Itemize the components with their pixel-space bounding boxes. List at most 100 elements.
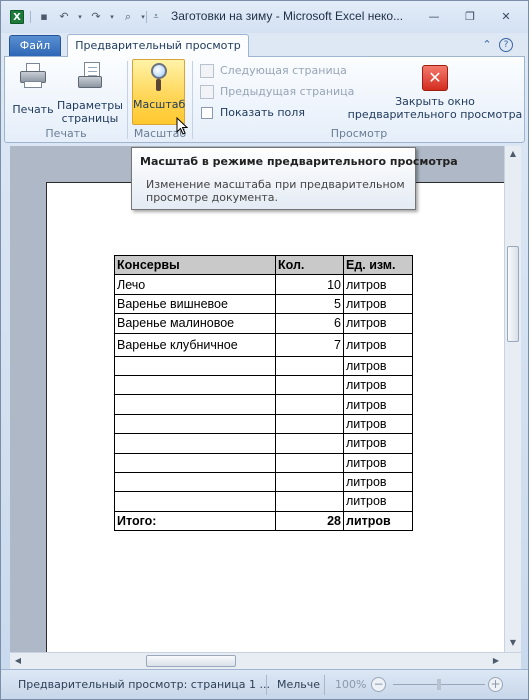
scroll-left-icon[interactable]: ◀ [10, 653, 26, 669]
vertical-scroll-thumb[interactable] [507, 246, 519, 342]
minimize-icon[interactable]: — [421, 7, 447, 27]
group-separator [127, 61, 128, 139]
group-label-print: Печать [45, 127, 87, 140]
undo-dropdown-icon[interactable]: ▾ [73, 10, 87, 24]
table-cell [275, 413, 344, 435]
restore-icon[interactable]: ❐ [457, 7, 483, 27]
tab-print-preview[interactable]: Предварительный просмотр [67, 34, 249, 57]
undo-icon[interactable]: ↶ [57, 10, 71, 24]
zoom-slider-thumb[interactable] [437, 679, 441, 690]
table-row: Варенье малиновое 6 литров [114, 313, 413, 334]
table-row: литров [114, 471, 413, 493]
table-cell [275, 471, 344, 493]
help-icon[interactable]: ? [499, 38, 513, 52]
scroll-right-icon[interactable]: ▶ [488, 653, 504, 669]
table-cell: литров [343, 413, 413, 435]
next-page-label: Следующая страница [220, 64, 347, 77]
page-setup-label-line1: Параметры [57, 99, 123, 112]
table-row: литров [114, 374, 413, 396]
horizontal-scrollbar[interactable]: ◀ ▶ [10, 652, 521, 669]
table-cell: литров [343, 313, 413, 334]
status-separator [266, 675, 267, 695]
zoom-level[interactable]: 100% [335, 678, 366, 691]
prev-page-button[interactable]: Предыдущая страница [200, 82, 354, 102]
group-preview: Следующая страница Предыдущая страница П… [194, 57, 524, 142]
table-row: литров [114, 355, 413, 376]
table-row: литров [114, 491, 413, 512]
show-margins-label: Показать поля [220, 106, 305, 119]
group-separator [192, 61, 193, 139]
table-cell [275, 433, 344, 454]
next-page-button[interactable]: Следующая страница [200, 61, 347, 81]
table-row: литров [114, 394, 413, 415]
table-cell: 7 [275, 332, 344, 357]
print-button[interactable]: Печать [11, 59, 55, 125]
table-cell [114, 452, 276, 473]
printer-icon [19, 63, 47, 89]
redo-icon[interactable]: ↷ [89, 10, 103, 24]
table-cell: Варенье малиновое [114, 313, 276, 334]
checkbox-icon [201, 107, 213, 119]
table-cell: 6 [275, 313, 344, 334]
preview-page: Консервы Кол. Ед. изм. Лечо 10 литров Ва… [46, 182, 504, 652]
table-cell: литров [343, 491, 413, 512]
table-cell: литров [343, 374, 413, 396]
close-preview-label-line1: Закрыть окно [395, 95, 475, 108]
show-margins-checkbox[interactable]: Показать поля [200, 103, 305, 123]
page-setup-icon [76, 62, 104, 90]
qat-separator [146, 11, 147, 23]
table-cell [114, 433, 276, 454]
group-print: Печать Параметры страницы Печать [5, 57, 127, 142]
table-cell: литров [343, 471, 413, 493]
tooltip-body: Изменение масштаба при предварительном п… [146, 178, 405, 204]
table-cell [114, 355, 276, 376]
zoom-minus-icon[interactable]: − [371, 677, 386, 692]
window-title: Заготовки на зиму - Microsoft Excel неко… [171, 9, 404, 23]
zoom-plus-icon[interactable]: + [488, 677, 503, 692]
table-cell [114, 374, 276, 396]
table-cell: Варенье вишневое [114, 293, 276, 315]
status-page-info: Предварительный просмотр: страница 1 ... [18, 678, 270, 691]
page-setup-button[interactable]: Параметры страницы [57, 59, 123, 125]
print-button-label: Печать [12, 103, 54, 116]
table-cell: литров [343, 274, 413, 295]
header-cell: Консервы [114, 254, 276, 276]
excel-window: X ▪ ↶ ▾ ↷ ▾ ⌕ ▾ ⩡ Заготовки на зиму - Mi… [0, 0, 529, 700]
status-separator [324, 675, 325, 695]
zoom-out-label[interactable]: Мельче [277, 678, 320, 691]
table-cell: литров [343, 332, 413, 357]
scroll-up-icon[interactable]: ▲ [505, 146, 521, 162]
title-bar: X ▪ ↶ ▾ ↷ ▾ ⌕ ▾ ⩡ Заготовки на зиму - Mi… [1, 1, 528, 33]
qat-separator [30, 11, 31, 23]
header-cell: Кол. [275, 254, 344, 276]
tab-file[interactable]: Файл [9, 35, 61, 56]
table-row: литров [114, 413, 413, 435]
ribbon: Печать Параметры страницы Печать Масштаб [4, 56, 525, 143]
excel-icon[interactable]: X [10, 10, 24, 24]
table-cell [275, 394, 344, 415]
status-bar: Предварительный просмотр: страница 1 ...… [1, 669, 528, 699]
scroll-down-icon[interactable]: ▼ [505, 635, 521, 651]
close-preview-icon: ✕ [422, 65, 448, 91]
total-cell: Итого: [114, 510, 276, 532]
vertical-scrollbar[interactable]: ▲ ▼ [504, 146, 521, 652]
header-cell: Ед. изм. [343, 254, 413, 276]
redo-dropdown-icon[interactable]: ▾ [105, 10, 119, 24]
print-preview-dropdown-icon[interactable]: ▾ [136, 10, 150, 24]
table-cell: 5 [275, 293, 344, 315]
zoom-button[interactable]: Масштаб [132, 59, 185, 125]
collapse-ribbon-icon[interactable]: ⌃ [479, 37, 495, 53]
table-cell [114, 413, 276, 435]
table-row: Варенье вишневое 5 литров [114, 293, 413, 315]
horizontal-scroll-thumb[interactable] [146, 655, 236, 667]
customize-qat-icon[interactable]: ⩡ [149, 10, 163, 24]
print-preview-icon[interactable]: ⌕ [121, 10, 135, 24]
table-cell [275, 452, 344, 473]
save-icon[interactable]: ▪ [37, 10, 51, 24]
table-cell [275, 355, 344, 376]
preview-area[interactable]: Консервы Кол. Ед. изм. Лечо 10 литров Ва… [10, 146, 504, 652]
close-icon[interactable]: ✕ [493, 7, 519, 27]
table-cell [114, 491, 276, 512]
table-cell [275, 374, 344, 396]
close-preview-button[interactable]: ✕ Закрыть окно предварительного просмотр… [346, 59, 524, 125]
